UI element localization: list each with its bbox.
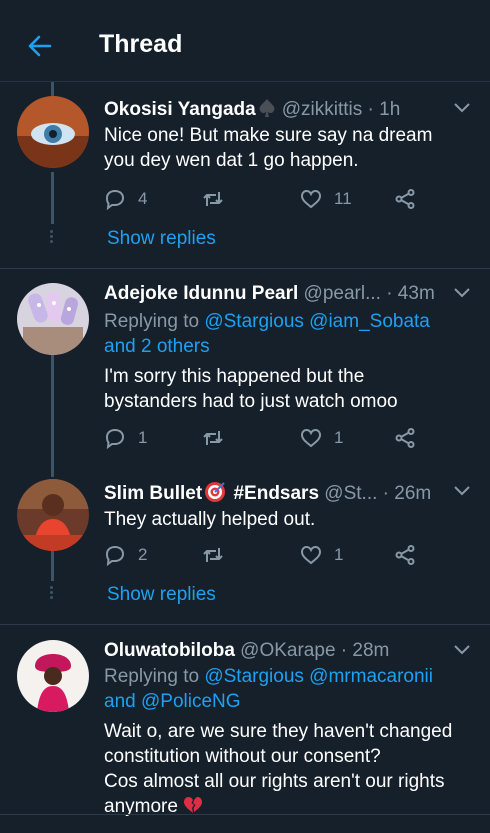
thread-connector <box>51 355 54 477</box>
heart-icon <box>300 428 322 448</box>
share-icon <box>395 545 415 565</box>
retweet-icon <box>203 548 223 562</box>
show-replies-link[interactable]: Show replies <box>107 228 216 250</box>
avatar[interactable] <box>17 283 89 355</box>
replying-to: Replying to @Stargious @iam_Sobata and 2… <box>104 309 474 359</box>
replying-to: Replying to @Stargious @mrmacaronii and … <box>104 664 474 714</box>
avatar[interactable] <box>17 640 89 712</box>
author-handle[interactable]: @OKarape <box>240 640 335 661</box>
author-name[interactable]: Slim Bullet <box>104 483 202 504</box>
tweet-header: Okosisi Yangada @zikkittis · 1h <box>104 98 400 121</box>
tweet-actions: 2 1 <box>104 542 424 568</box>
tweet-time: · 26m <box>382 483 432 504</box>
mention-link[interactable]: and 2 others <box>104 334 474 359</box>
divider <box>0 624 490 625</box>
reply-button[interactable]: 1 <box>104 425 147 451</box>
tweet-header: Slim Bullet #Endsars @St... · 26m <box>104 481 431 505</box>
retweet-button[interactable] <box>202 425 224 451</box>
tweet-time: · 43m <box>386 283 435 304</box>
tweet-text: Nice one! But make sure say na dream you… <box>104 125 433 171</box>
tweet-actions: 1 1 <box>104 425 424 451</box>
show-replies-link[interactable]: Show replies <box>107 584 216 606</box>
reply-button[interactable]: 4 <box>104 186 147 212</box>
mention-link[interactable]: and @PoliceNG <box>104 689 474 714</box>
tweet-text: They actually helped out. <box>104 509 316 530</box>
chevron-down-icon[interactable] <box>453 485 471 497</box>
retweet-button[interactable] <box>202 186 224 212</box>
share-button[interactable] <box>394 186 416 212</box>
spade-emoji-icon <box>259 99 275 117</box>
retweet-icon <box>203 192 223 206</box>
heart-icon <box>300 545 322 565</box>
like-count: 11 <box>334 189 352 208</box>
reply-icon <box>105 545 125 566</box>
page-title: Thread <box>99 30 183 58</box>
tweet-actions: 4 11 <box>104 186 424 212</box>
avatar[interactable] <box>17 479 89 551</box>
reply-count: 2 <box>138 545 148 564</box>
thread-header: Thread <box>0 0 490 82</box>
author-hashtag[interactable]: #Endsars <box>233 483 319 504</box>
thread-connector <box>51 172 54 224</box>
share-button[interactable] <box>394 425 416 451</box>
author-handle[interactable]: @pearl... <box>304 283 381 304</box>
thread-dots <box>50 586 54 599</box>
reply-icon <box>105 428 125 449</box>
author-name[interactable]: Oluwatobiloba <box>104 640 235 661</box>
reply-button[interactable]: 2 <box>104 542 147 568</box>
thread-dots <box>50 230 54 243</box>
reply-icon <box>105 189 125 210</box>
tweet-time: · 1h <box>367 99 401 120</box>
retweet-icon <box>203 431 223 445</box>
like-count: 1 <box>334 545 344 564</box>
author-handle[interactable]: @zikkittis <box>282 99 363 120</box>
broken-heart-emoji-icon <box>184 797 203 813</box>
thread-connector <box>51 82 54 96</box>
mention-link[interactable]: @Stargious @iam_Sobata <box>204 311 430 332</box>
avatar[interactable] <box>17 96 89 168</box>
chevron-down-icon[interactable] <box>453 287 471 299</box>
tweet-header: Adejoke Idunnu Pearl @pearl... · 43m <box>104 283 435 305</box>
like-button[interactable]: 11 <box>300 186 352 212</box>
share-icon <box>395 189 415 209</box>
tweet-text: I'm sorry this happened but the bystande… <box>104 366 398 412</box>
tweet-header: Oluwatobiloba @OKarape · 28m <box>104 640 389 662</box>
author-handle[interactable]: @St... <box>324 483 377 504</box>
like-button[interactable]: 1 <box>300 542 343 568</box>
retweet-button[interactable] <box>202 542 224 568</box>
share-icon <box>395 428 415 448</box>
tweet-text: Wait o, are we sure they haven't changed… <box>104 721 453 817</box>
heart-icon <box>300 189 322 209</box>
chevron-down-icon[interactable] <box>453 644 471 656</box>
chevron-down-icon[interactable] <box>453 102 471 114</box>
author-name[interactable]: Adejoke Idunnu Pearl <box>104 283 298 304</box>
thread-connector <box>51 551 54 581</box>
author-name[interactable]: Okosisi Yangada <box>104 99 256 120</box>
direct-hit-emoji-icon <box>205 482 226 502</box>
arrow-left-icon[interactable] <box>26 33 52 59</box>
reply-count: 4 <box>138 189 148 208</box>
share-button[interactable] <box>394 542 416 568</box>
tweet-time: · 28m <box>340 640 390 661</box>
divider <box>0 814 490 815</box>
reply-count: 1 <box>138 428 148 447</box>
like-button[interactable]: 1 <box>300 425 343 451</box>
divider <box>0 268 490 269</box>
mention-link[interactable]: @Stargious @mrmacaronii <box>204 666 433 687</box>
like-count: 1 <box>334 428 344 447</box>
